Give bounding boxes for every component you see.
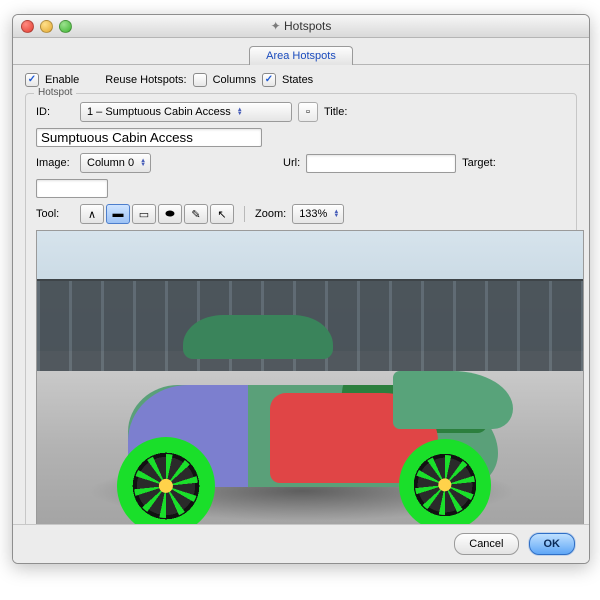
target-label: Target: — [462, 157, 496, 169]
target-field[interactable] — [36, 179, 108, 198]
hotspot-legend: Hotspot — [34, 87, 76, 98]
url-label: Url: — [283, 157, 300, 169]
freehand-tool-icon: ✎ — [186, 208, 206, 221]
new-hotspot-button[interactable]: ▫ — [298, 102, 318, 122]
chevron-updown-icon: ▲▼ — [333, 210, 339, 218]
roundrect-tool-button[interactable]: ▭ — [132, 204, 156, 224]
id-select[interactable]: 1 – Sumptuous Cabin Access ▲▼ — [80, 102, 292, 122]
polyline-tool-button[interactable]: ∧ — [80, 204, 104, 224]
rect-tool-button[interactable]: ▬ — [106, 204, 130, 224]
columns-label: Columns — [213, 74, 256, 86]
states-checkbox[interactable] — [262, 73, 276, 87]
zoom-label: Zoom: — [255, 208, 286, 220]
states-label: States — [282, 74, 313, 86]
url-field[interactable] — [306, 154, 456, 173]
tool-label: Tool: — [36, 208, 74, 220]
new-hotspot-icon: ▫ — [298, 106, 318, 118]
title-label: Title: — [324, 106, 347, 118]
chevron-updown-icon: ▲▼ — [237, 108, 243, 116]
freehand-tool-button[interactable]: ✎ — [184, 204, 208, 224]
pointer-tool-icon: ↖ — [212, 208, 232, 221]
image-select[interactable]: Column 0 ▲▼ — [80, 153, 151, 173]
cancel-button[interactable]: Cancel — [454, 533, 518, 555]
ok-button[interactable]: OK — [529, 533, 576, 555]
hotspots-window: Hotspots Area Hotspots Enable Reuse Hots… — [12, 14, 590, 564]
image-select-value: Column 0 — [87, 157, 140, 169]
zoom-select[interactable]: 133% ▲▼ — [292, 204, 344, 224]
chevron-updown-icon: ▲▼ — [140, 159, 146, 167]
ellipse-tool-icon: ⬬ — [160, 208, 180, 221]
hotspot-canvas[interactable] — [36, 230, 584, 558]
id-label: ID: — [36, 106, 74, 118]
ellipse-tool-button[interactable]: ⬬ — [158, 204, 182, 224]
enable-label: Enable — [45, 74, 79, 86]
zoom-value: 133% — [299, 208, 333, 220]
polyline-tool-icon: ∧ — [82, 208, 102, 221]
separator — [244, 206, 245, 222]
car-preview — [73, 331, 543, 521]
hotspot-group: Hotspot ID: 1 – Sumptuous Cabin Access ▲… — [25, 93, 577, 564]
dialog-footer: Cancel OK — [13, 524, 589, 563]
tab-bar: Area Hotspots — [13, 38, 589, 65]
enable-checkbox[interactable] — [25, 73, 39, 87]
title-field[interactable] — [36, 128, 262, 147]
id-select-value: 1 – Sumptuous Cabin Access — [87, 106, 237, 118]
rect-tool-icon: ▬ — [108, 208, 128, 220]
reuse-label: Reuse Hotspots: — [105, 74, 186, 86]
columns-checkbox[interactable] — [193, 73, 207, 87]
titlebar[interactable]: Hotspots — [13, 15, 589, 38]
image-label: Image: — [36, 157, 74, 169]
pointer-tool-button[interactable]: ↖ — [210, 204, 234, 224]
window-title: Hotspots — [13, 19, 589, 33]
tab-area-hotspots[interactable]: Area Hotspots — [249, 46, 353, 65]
roundrect-tool-icon: ▭ — [134, 208, 154, 221]
